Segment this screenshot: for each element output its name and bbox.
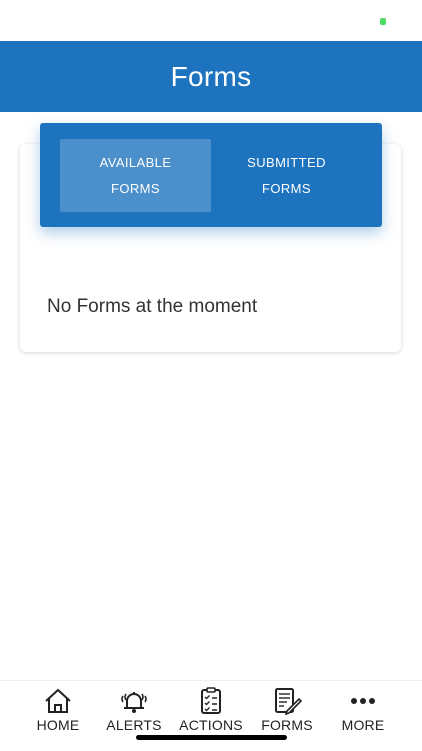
- status-bar: [0, 0, 422, 41]
- tab-label-line1: SUBMITTED: [247, 154, 326, 170]
- status-indicator-dot: [380, 18, 386, 25]
- app-header: Forms: [0, 41, 422, 112]
- nav-actions[interactable]: ACTIONS: [171, 687, 251, 739]
- home-indicator: [136, 735, 287, 740]
- nav-actions-label: ACTIONS: [179, 717, 243, 733]
- nav-alerts-label: ALERTS: [106, 717, 162, 733]
- forms-tab-bar: AVAILABLE FORMS SUBMITTED FORMS: [40, 123, 382, 227]
- more-dots-icon: [351, 698, 375, 704]
- form-edit-icon: [275, 688, 303, 715]
- tab-available-forms[interactable]: AVAILABLE FORMS: [60, 139, 211, 212]
- nav-forms-label: FORMS: [261, 717, 313, 733]
- tab-label-line2: FORMS: [111, 180, 160, 196]
- bottom-navigation: HOME ALERTS ACTIONS FORMS MORE: [0, 680, 422, 751]
- nav-more-label: MORE: [341, 717, 385, 733]
- nav-home-label: HOME: [36, 717, 80, 733]
- tab-label-line1: AVAILABLE: [99, 154, 172, 170]
- nav-alerts[interactable]: ALERTS: [94, 687, 174, 739]
- nav-forms[interactable]: FORMS: [247, 687, 327, 739]
- clipboard-checklist-icon: [201, 687, 221, 714]
- page-title: Forms: [170, 60, 252, 92]
- tab-submitted-forms[interactable]: SUBMITTED FORMS: [211, 139, 362, 212]
- bell-icon: [121, 692, 147, 713]
- tab-label-line2: FORMS: [262, 180, 311, 196]
- home-icon: [45, 688, 71, 713]
- empty-state-message: No Forms at the moment: [47, 296, 258, 317]
- nav-home[interactable]: HOME: [18, 687, 98, 739]
- nav-more[interactable]: MORE: [323, 687, 403, 739]
